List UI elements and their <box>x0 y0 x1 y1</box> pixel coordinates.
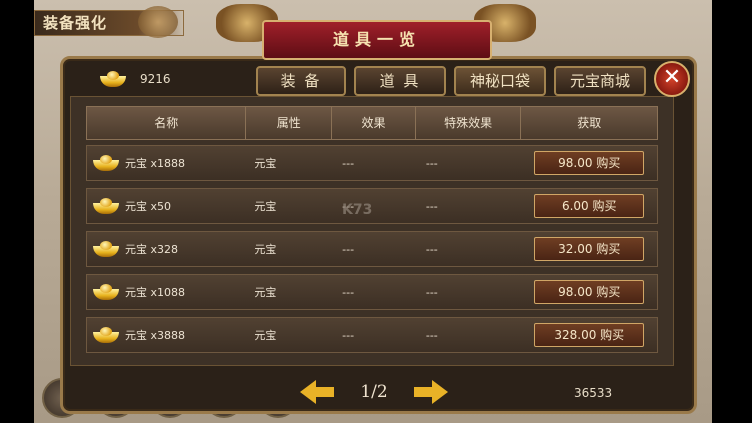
gold-balance: 9216 <box>98 70 171 88</box>
buy-button[interactable]: 6.00 购买 <box>534 194 645 218</box>
row-name: 元宝 x50 <box>87 197 246 215</box>
item-special-effect: --- <box>425 199 438 213</box>
pagination: 1/2 <box>300 380 448 404</box>
item-name: 元宝 x1088 <box>125 286 186 299</box>
letterbox-right <box>712 0 752 423</box>
next-page-arrow-icon[interactable] <box>414 380 448 404</box>
item-special-effect: --- <box>425 242 438 256</box>
page-indicator: 1/2 <box>360 382 388 402</box>
item-effect: --- <box>342 242 355 256</box>
tab-mystery-bag[interactable]: 神秘口袋 <box>454 66 546 96</box>
obtain-cell: 32.00 购买 <box>522 237 658 261</box>
item-special-effect: --- <box>425 156 438 170</box>
bottom-number: 36533 <box>574 386 613 400</box>
obtain-cell: 328.00 购买 <box>522 323 658 347</box>
item-name: 元宝 x1888 <box>125 157 186 170</box>
item-special-effect: --- <box>425 328 438 342</box>
buy-button[interactable]: 328.00 购买 <box>534 323 645 347</box>
gold-ingot-icon <box>91 326 121 344</box>
gold-ingot-icon <box>91 240 121 258</box>
item-effect: --- <box>342 285 355 299</box>
letterbox-left <box>0 0 34 423</box>
buy-button[interactable]: 98.00 购买 <box>534 280 645 304</box>
buy-button[interactable]: 32.00 购买 <box>534 237 645 261</box>
item-attribute: 元宝 <box>254 157 277 170</box>
gold-ingot-icon <box>91 283 121 301</box>
gold-ingot-icon <box>91 154 121 172</box>
obtain-cell: 6.00 购买 <box>522 194 658 218</box>
item-name: 元宝 x50 <box>125 200 172 213</box>
item-attribute: 元宝 <box>254 286 277 299</box>
gold-ingot-icon <box>91 197 121 215</box>
tab-ingot-shop[interactable]: 元宝商城 <box>554 66 646 96</box>
buy-button[interactable]: 98.00 购买 <box>534 151 645 175</box>
prev-page-arrow-icon[interactable] <box>300 380 334 404</box>
header-attribute: 属性 <box>246 107 333 139</box>
item-effect: --- <box>342 328 355 342</box>
item-attribute: 元宝 <box>254 243 277 256</box>
header-obtain: 获取 <box>577 116 602 130</box>
item-attribute: 元宝 <box>254 329 277 342</box>
table-row: 元宝 x328 元宝 --- --- 32.00 购买 <box>86 231 658 267</box>
tab-items[interactable]: 道 具 <box>354 66 446 96</box>
row-name: 元宝 x3888 <box>87 326 246 344</box>
tab-equipment[interactable]: 装 备 <box>256 66 346 96</box>
close-button[interactable]: ✕ <box>654 61 690 97</box>
table-row: 元宝 x3888 元宝 --- --- 328.00 购买 <box>86 317 658 353</box>
item-attribute: 元宝 <box>254 200 277 213</box>
item-name: 元宝 x3888 <box>125 329 186 342</box>
panel-title: 道具一览 <box>262 20 492 60</box>
corner-dragon-icon <box>138 6 178 38</box>
item-effect: --- <box>342 156 355 170</box>
obtain-cell: 98.00 购买 <box>522 280 658 304</box>
obtain-cell: 98.00 购买 <box>522 151 658 175</box>
table-header: 名称 属性 效果 特殊效果 获取 <box>86 106 658 140</box>
gold-amount-value: 9216 <box>140 72 171 86</box>
header-special-effect: 特殊效果 <box>416 107 522 139</box>
gold-ingot-icon <box>98 70 128 88</box>
header-effect: 效果 <box>332 107 416 139</box>
item-special-effect: --- <box>425 285 438 299</box>
tab-bar: 装 备 道 具 神秘口袋 元宝商城 <box>256 66 646 96</box>
row-name: 元宝 x328 <box>87 240 246 258</box>
header-name: 名称 <box>87 107 247 139</box>
table-row: 元宝 x1088 元宝 --- --- 98.00 购买 <box>86 274 658 310</box>
row-name: 元宝 x1888 <box>87 154 246 172</box>
table-row: 元宝 x1888 元宝 --- --- 98.00 购买 <box>86 145 658 181</box>
item-name: 元宝 x328 <box>125 243 179 256</box>
row-name: 元宝 x1088 <box>87 283 246 301</box>
watermark: K73 <box>342 202 373 218</box>
